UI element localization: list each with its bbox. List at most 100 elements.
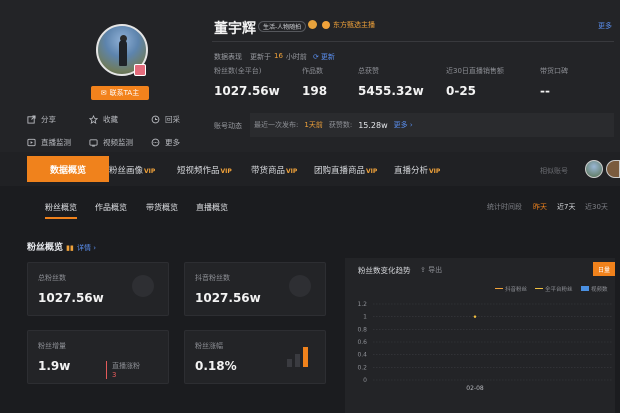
subtab-label: 粉丝概览: [45, 203, 77, 212]
video-monitor-button[interactable]: 视频监测: [89, 137, 133, 148]
vip-badge: VIP: [429, 168, 441, 175]
daily-button[interactable]: 日量: [593, 262, 615, 276]
more-actions-button[interactable]: 更多: [151, 137, 180, 148]
contact-button-icon: ✉: [100, 89, 107, 97]
refresh-label: 更新: [320, 53, 335, 61]
time-range-label: 统计时间段: [487, 203, 522, 211]
avatar-figure-body: [119, 40, 127, 66]
refresh-icon: [151, 115, 160, 124]
card-value: 1.9w: [38, 359, 71, 373]
range-7days[interactable]: 近7天: [557, 202, 575, 212]
chart-x-ticks: 02-08: [466, 385, 484, 392]
last-live-value: 1天前: [304, 121, 323, 129]
stat-reputation: 带货口碑 --: [540, 66, 568, 98]
y-tick-label: 1: [363, 314, 367, 321]
legend-swatch: [581, 286, 589, 291]
update-prefix: 更新于: [250, 53, 271, 61]
update-info: 更新于 16 小时前: [250, 52, 307, 62]
share-label: 分享: [41, 115, 56, 124]
tab-fans-profile[interactable]: 粉丝画像VIP: [109, 164, 155, 176]
share-button[interactable]: 分享: [27, 114, 56, 125]
sub-tab-bar: 粉丝概览 作品概览 带货概览 直播概览 统计时间段 昨天 近7天 近30天: [0, 186, 620, 224]
chart-legend: 抖音粉丝 全平台粉丝 视频数: [495, 285, 608, 293]
y-tick-label: 0.2: [357, 364, 367, 371]
stat-live-sales: 近30日直播销售额 0-25: [446, 66, 504, 98]
anchor-label: 东方甄选主播: [333, 21, 375, 29]
y-tick-label: 0.6: [357, 339, 367, 346]
card-label: 粉丝增量: [38, 342, 66, 350]
tab-goods[interactable]: 带货商品VIP: [251, 164, 297, 176]
video-monitor-icon: [89, 139, 98, 147]
tab-label: 带货商品: [251, 166, 286, 176]
profile-more-link[interactable]: 更多: [598, 21, 612, 31]
tab-label: 粉丝画像: [109, 166, 144, 176]
stat-value: 0-25: [446, 84, 477, 98]
tab-live-analysis[interactable]: 直播分析VIP: [394, 164, 440, 176]
x-tick-label: 02-08: [466, 385, 484, 392]
legend-label[interactable]: 抖音粉丝: [505, 285, 528, 293]
subtab-label: 带货概览: [146, 203, 178, 212]
tab-label: 短视频作品: [177, 166, 220, 176]
subtab-goods-overview[interactable]: 带货概览: [146, 202, 178, 213]
stat-label: 粉丝数(全平台): [214, 67, 262, 75]
subtab-fans-overview[interactable]: 粉丝概览: [45, 202, 77, 219]
range-yesterday[interactable]: 昨天: [533, 202, 547, 212]
fans-group-icon: [289, 275, 311, 297]
update-value: 16: [274, 52, 283, 60]
data-section-label: 数据表现: [214, 53, 242, 61]
live-fans-value: 3: [112, 371, 117, 379]
stat-label: 总获赞: [358, 67, 379, 75]
chart-bars-icon: ▮▮: [66, 244, 74, 252]
legend-label[interactable]: 视频数: [591, 285, 608, 293]
similar-account-avatar[interactable]: [606, 160, 620, 178]
similar-account-avatar[interactable]: [585, 160, 603, 178]
star-icon: [89, 115, 98, 124]
vip-badge: VIP: [286, 168, 298, 175]
live-monitor-button[interactable]: 直播监测: [27, 137, 71, 148]
chart-marks: [473, 315, 477, 318]
legend-label[interactable]: 全平台粉丝: [545, 285, 573, 293]
card-value: 1027.56w: [38, 291, 104, 305]
favorite-button[interactable]: 收藏: [89, 114, 118, 125]
refresh-icon: ⟳: [313, 53, 319, 61]
recent-likes-value: 15.28w: [358, 120, 388, 130]
contact-button[interactable]: ✉ 联系TA主: [91, 86, 149, 100]
data-point: [473, 315, 477, 318]
subtab-label: 作品概览: [95, 203, 127, 212]
fans-detail-link[interactable]: 详情 ›: [77, 244, 96, 252]
account-status-label: 账号动态: [214, 122, 242, 130]
y-tick-label: 1.2: [357, 301, 367, 308]
export-button[interactable]: ⇪ 导出: [420, 265, 442, 275]
fans-group-icon: [132, 275, 154, 297]
tab-group-live-goods[interactable]: 团购直播商品VIP: [314, 164, 377, 176]
stat-label: 近30日直播销售额: [446, 67, 504, 75]
subtab-works-overview[interactable]: 作品概览: [95, 202, 127, 213]
tab-label: 直播分析: [394, 166, 429, 176]
recollect-button[interactable]: 回采: [151, 114, 180, 125]
live-fans-label: 直播涨粉: [112, 362, 140, 370]
card-divider: [106, 361, 107, 379]
y-tick-label: 0: [363, 377, 367, 384]
stat-value: 5455.32w: [358, 84, 424, 98]
stat-likes: 总获赞 5455.32w: [358, 66, 424, 98]
card-total-fans: 总粉丝数 1027.56w: [27, 262, 169, 316]
refresh-button[interactable]: ⟳ 更新: [313, 52, 335, 62]
range-30days[interactable]: 近30天: [585, 202, 608, 212]
export-icon: ⇪: [420, 266, 426, 274]
section-title-text: 粉丝概览: [27, 243, 64, 253]
account-status-more-link[interactable]: 更多 ›: [394, 120, 413, 130]
edit-tag-icon[interactable]: [308, 20, 317, 29]
fans-trend-chart: 抖音粉丝 全平台粉丝 视频数 0 0.2 0.4 0.6 0.8 1 1.2 02-08: [357, 285, 613, 392]
vip-badge: VIP: [220, 168, 232, 175]
similar-accounts-label[interactable]: 相似账号: [540, 166, 568, 176]
card-douyin-fans: 抖音粉丝数 1027.56w: [184, 262, 326, 316]
detail-link-label: 详情: [77, 244, 92, 252]
card-fans-increment: 粉丝增量 1.9w 直播涨粉 3: [27, 330, 169, 384]
tab-data-overview[interactable]: 数据概览: [27, 156, 109, 182]
subtab-label: 直播概览: [196, 203, 228, 212]
card-fans-growth-rate: 粉丝涨幅 0.18%: [184, 330, 326, 384]
chart-title: 粉丝数变化趋势: [358, 266, 411, 275]
subtab-live-overview[interactable]: 直播概览: [196, 202, 228, 213]
y-tick-label: 0.4: [357, 352, 367, 359]
tab-short-videos[interactable]: 短视频作品VIP: [177, 164, 232, 176]
